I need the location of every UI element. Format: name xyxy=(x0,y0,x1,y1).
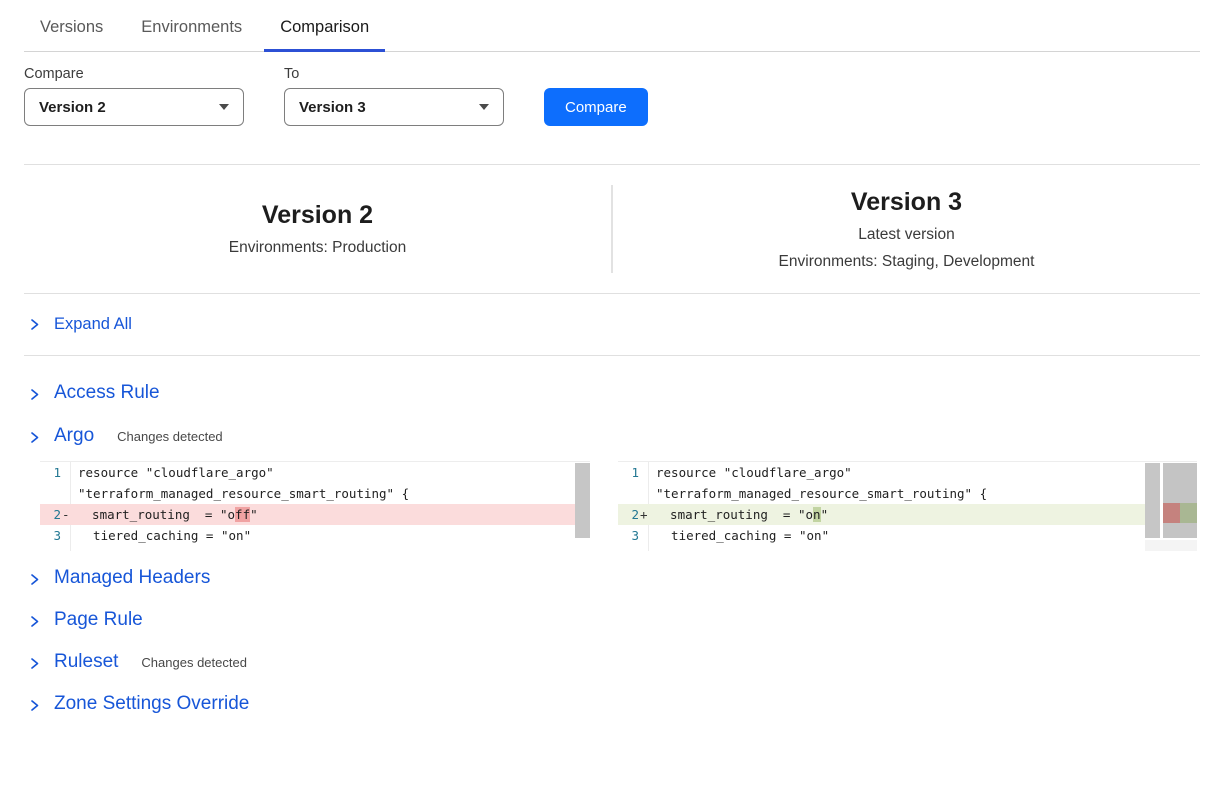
expand-all-label: Expand All xyxy=(54,315,132,334)
chevron-right-icon xyxy=(28,431,41,444)
section-ruleset[interactable]: Ruleset Changes detected xyxy=(24,651,1200,675)
chevron-down-icon xyxy=(219,104,229,110)
compare-button[interactable]: Compare xyxy=(544,88,648,126)
compare-to-select[interactable]: Version 3 xyxy=(284,88,504,126)
section-label: Ruleset xyxy=(54,651,118,673)
tab-environments[interactable]: Environments xyxy=(141,0,242,51)
compare-from-select[interactable]: Version 2 xyxy=(24,88,244,126)
compare-field: Compare Version 2 xyxy=(24,66,244,126)
compare-controls: Compare Version 2 To Version 3 Compare xyxy=(24,66,1200,126)
to-field-label: To xyxy=(284,66,504,82)
chevron-right-icon xyxy=(28,318,41,331)
diff-code-line: 2- smart_routing = "off" xyxy=(40,504,575,525)
version-left-title: Version 2 xyxy=(262,201,373,230)
diff-code-line: } xyxy=(40,546,575,551)
changes-detected-badge: Changes detected xyxy=(141,655,247,670)
section-zone-settings-override[interactable]: Zone Settings Override xyxy=(24,693,1200,717)
overview-removed-mark xyxy=(1163,503,1180,523)
changes-detected-badge: Changes detected xyxy=(117,429,223,444)
tab-comparison[interactable]: Comparison xyxy=(280,0,369,51)
chevron-right-icon xyxy=(28,699,41,712)
version-left-header: Version 2 Environments: Production xyxy=(24,165,611,293)
section-access-rule[interactable]: Access Rule xyxy=(24,382,1200,406)
section-label: Managed Headers xyxy=(54,567,210,589)
diff-overview-ruler xyxy=(1163,463,1197,538)
chevron-right-icon xyxy=(28,615,41,628)
compare-field-label: Compare xyxy=(24,66,244,82)
argo-diff-viewer: 1resource "cloudflare_argo""terraform_ma… xyxy=(40,461,1200,551)
section-label: Access Rule xyxy=(54,382,160,404)
diff-code-line: 3 tiered_caching = "on" xyxy=(40,525,575,546)
scrollbar-corner xyxy=(1145,540,1197,551)
section-label: Page Rule xyxy=(54,609,143,631)
diff-code-line: 1resource "cloudflare_argo" xyxy=(40,462,575,483)
version-headers: Version 2 Environments: Production Versi… xyxy=(24,165,1200,293)
chevron-right-icon xyxy=(28,388,41,401)
diff-code-line: "terraform_managed_resource_smart_routin… xyxy=(40,483,575,504)
to-field: To Version 3 xyxy=(284,66,504,126)
tab-bar: Versions Environments Comparison xyxy=(24,0,1200,52)
tab-versions[interactable]: Versions xyxy=(40,0,103,51)
version-right-latest-label: Latest version xyxy=(858,226,955,244)
section-argo[interactable]: Argo Changes detected xyxy=(24,425,1200,449)
section-label: Argo xyxy=(54,425,94,447)
compare-to-value: Version 3 xyxy=(299,99,366,116)
section-page-rule[interactable]: Page Rule xyxy=(24,609,1200,633)
section-label: Zone Settings Override xyxy=(54,693,249,715)
chevron-right-icon xyxy=(28,573,41,586)
divider xyxy=(24,355,1200,356)
diff-panel-original: 1resource "cloudflare_argo""terraform_ma… xyxy=(40,461,590,551)
diff-panel-modified: 1resource "cloudflare_argo""terraform_ma… xyxy=(618,461,1197,551)
chevron-down-icon xyxy=(479,104,489,110)
vertical-scrollbar[interactable] xyxy=(575,463,590,538)
version-right-environments: Environments: Staging, Development xyxy=(779,253,1035,271)
section-managed-headers[interactable]: Managed Headers xyxy=(24,567,1200,591)
diff-code-line: } xyxy=(618,546,1145,551)
vertical-scrollbar[interactable] xyxy=(1145,463,1160,538)
version-right-header: Version 3 Latest version Environments: S… xyxy=(613,165,1200,293)
diff-code-line: 3 tiered_caching = "on" xyxy=(618,525,1145,546)
diff-code-line: 1resource "cloudflare_argo" xyxy=(618,462,1145,483)
diff-code-line: 2+ smart_routing = "on" xyxy=(618,504,1145,525)
overview-added-mark xyxy=(1180,503,1197,523)
expand-all-button[interactable]: Expand All xyxy=(24,294,1200,355)
version-left-environments: Environments: Production xyxy=(229,239,406,257)
version-right-title: Version 3 xyxy=(851,188,962,217)
compare-from-value: Version 2 xyxy=(39,99,106,116)
diff-code-line: "terraform_managed_resource_smart_routin… xyxy=(618,483,1145,504)
chevron-right-icon xyxy=(28,657,41,670)
